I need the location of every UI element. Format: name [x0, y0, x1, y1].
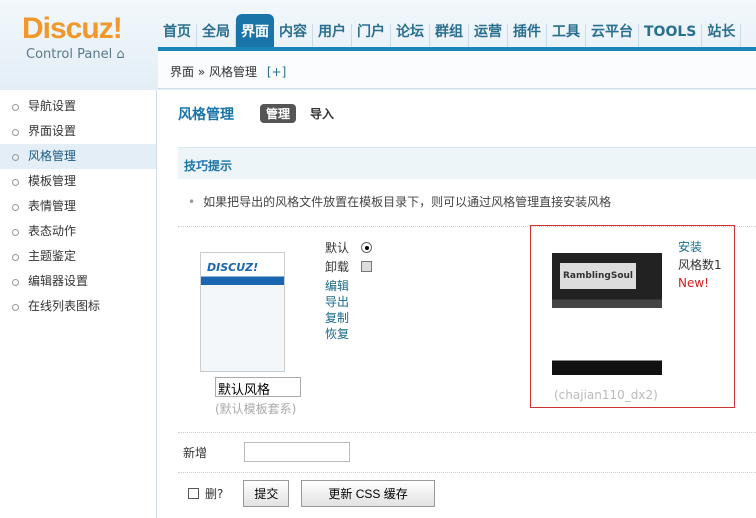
home-icon[interactable]: ⌂ [116, 47, 124, 62]
delete-label: 删? [205, 487, 224, 501]
nav-users[interactable]: 用户 [313, 24, 352, 47]
form-actions: 删? 提交 更新 CSS 缓存 [188, 480, 435, 507]
sidebar-item-online-icons[interactable]: 在线列表图标 [0, 294, 156, 319]
nav-global[interactable]: 全局 [197, 24, 236, 47]
tab-import[interactable]: 导入 [310, 105, 334, 122]
style-subtitle: (默认模板套系) [215, 402, 297, 416]
default-label: 默认 [325, 241, 350, 255]
default-radio[interactable] [361, 242, 372, 253]
breadcrumb-sep: » [197, 65, 206, 79]
breadcrumb-current: 风格管理 [209, 65, 258, 79]
nav-forum[interactable]: 论坛 [391, 24, 430, 47]
nav-operations[interactable]: 运营 [469, 24, 508, 47]
style-name-input[interactable]: 默认风格 [215, 377, 301, 398]
sidebar-item-template-management[interactable]: 模板管理 [0, 169, 156, 194]
uninstall-checkbox[interactable] [361, 261, 372, 272]
sidebar-item-style-management[interactable]: 风格管理 [0, 144, 156, 169]
divider [178, 472, 756, 473]
new-style-input[interactable] [244, 442, 350, 462]
tab-manage[interactable]: 管理 [260, 104, 297, 123]
copy-link[interactable]: 复制 [325, 310, 349, 326]
sidebar-item-nav-settings[interactable]: 导航设置 [0, 94, 156, 119]
tip-text: 如果把导出的风格文件放置在模板目录下，则可以通过风格管理直接安装风格 [188, 193, 611, 210]
logo-subtitle: Control Panel ⌂ [26, 47, 125, 62]
add-label: 新增 [183, 446, 208, 460]
nav-admin[interactable]: 站长 [702, 24, 742, 47]
sidebar: 导航设置 界面设置 风格管理 模板管理 表情管理 表态动作 主题鉴定 编辑器设置… [0, 90, 157, 518]
nav-tools-en[interactable]: TOOLS [639, 24, 703, 47]
restore-link[interactable]: 恢复 [325, 326, 349, 342]
uninstall-label: 卸载 [325, 260, 350, 274]
nav-interface[interactable]: 界面 [236, 14, 274, 47]
default-style-thumbnail[interactable]: DISCUZ! [200, 252, 285, 372]
nav-portal[interactable]: 门户 [352, 24, 391, 47]
style-dir: (chajian110_dx2) [554, 388, 658, 402]
nav-groups[interactable]: 群组 [430, 24, 469, 47]
page-title: 风格管理 [178, 107, 234, 123]
uninstalled-style-card: RamblingSoul (chajian110_dx2) 安装 风格数1 Ne… [530, 225, 735, 408]
edit-link[interactable]: 编辑 [325, 278, 349, 294]
nav-home[interactable]: 首页 [158, 24, 197, 47]
submit-button[interactable]: 提交 [243, 480, 290, 507]
header: Discuz! Control Panel ⌂ 首页 全局 界面 内容 用户 门… [0, 0, 756, 90]
top-nav: 首页 全局 界面 内容 用户 门户 论坛 群组 运营 插件 工具 云平台 TOO… [158, 10, 742, 47]
divider [178, 432, 756, 433]
breadcrumb: 界面 » 风格管理 [+] [158, 51, 756, 89]
export-link[interactable]: 导出 [325, 294, 349, 310]
thumb-logo: RamblingSoul [560, 263, 637, 289]
sidebar-item-interface-settings[interactable]: 界面设置 [0, 119, 156, 144]
nav-cloud[interactable]: 云平台 [586, 24, 639, 47]
breadcrumb-root[interactable]: 界面 [170, 65, 194, 79]
delete-checkbox[interactable] [188, 488, 199, 499]
main-content: 风格管理 管理 导入 技巧提示 如果把导出的风格文件放置在模板目录下，则可以通过… [158, 90, 756, 518]
style-actions: 默认 卸载 编辑 导出 复制 恢复 [325, 240, 349, 342]
logo[interactable]: Discuz! [22, 12, 123, 46]
new-badge: New! [678, 276, 709, 290]
install-link[interactable]: 安装 [678, 238, 722, 256]
nav-tools[interactable]: 工具 [547, 24, 586, 47]
tips-header: 技巧提示 [178, 147, 756, 179]
sidebar-item-actions[interactable]: 表态动作 [0, 219, 156, 244]
thumb-logo: DISCUZ! [207, 261, 259, 274]
style-count: 风格数1 [678, 258, 722, 272]
sidebar-item-smilies[interactable]: 表情管理 [0, 194, 156, 219]
refresh-css-cache-button[interactable]: 更新 CSS 缓存 [301, 480, 435, 507]
sidebar-item-thread-stamps[interactable]: 主题鉴定 [0, 244, 156, 269]
add-shortcut-button[interactable]: [+] [267, 65, 286, 79]
nav-plugins[interactable]: 插件 [508, 24, 547, 47]
sidebar-item-editor-settings[interactable]: 编辑器设置 [0, 269, 156, 294]
style-thumbnail[interactable]: RamblingSoul [552, 253, 662, 375]
nav-content[interactable]: 内容 [274, 24, 313, 47]
